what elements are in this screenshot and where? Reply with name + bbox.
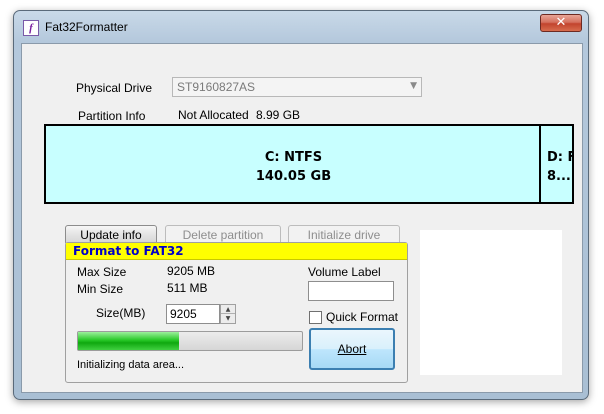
window-title: Fat32Formatter	[45, 20, 128, 34]
size-mb-label: Size(MB)	[96, 306, 146, 320]
physical-drive-label: Physical Drive	[76, 81, 153, 95]
quick-format-label: Quick Format	[326, 310, 399, 324]
screen: f Fat32Formatter ✕ Physical Drive ST9160…	[0, 0, 604, 414]
close-button[interactable]: ✕	[540, 14, 582, 32]
partition-c-size: 140.05 GB	[255, 169, 332, 184]
stepper-up-icon[interactable]: ▲	[221, 305, 235, 314]
size-input[interactable]: 9205	[166, 304, 220, 324]
partition-map: C: NTFS 140.05 GB D: F 8....	[44, 124, 574, 204]
app-window: f Fat32Formatter ✕ Physical Drive ST9160…	[13, 10, 589, 400]
stepper-down-icon[interactable]: ▼	[221, 314, 235, 323]
size-value: 9205	[170, 307, 197, 321]
volume-label-input[interactable]	[308, 281, 394, 301]
partition-block-c[interactable]: C: NTFS 140.05 GB	[46, 126, 541, 202]
format-group-title: Format to FAT32	[73, 244, 184, 258]
quick-format-checkbox[interactable]	[309, 311, 322, 324]
partition-info-size: 8.99 GB	[256, 108, 301, 122]
format-progress-bar	[77, 331, 303, 351]
max-size-value: 9205 MB	[167, 264, 216, 278]
format-group-header: Format to FAT32	[66, 243, 407, 260]
status-text: Initializing data area...	[77, 359, 185, 371]
physical-drive-dropdown[interactable]: ST9160827AS ▼	[172, 77, 422, 97]
client-area: Physical Drive ST9160827AS ▼ Partition I…	[21, 43, 583, 393]
info-panel	[420, 230, 562, 375]
abort-button-label: Abort	[337, 342, 367, 356]
min-size-label: Min Size	[77, 282, 124, 296]
partition-info-label: Partition Info	[78, 109, 146, 123]
min-size-value: 511 MB	[167, 281, 208, 295]
volume-label-label: Volume Label	[308, 265, 381, 279]
title-bar[interactable]: f Fat32Formatter ✕	[14, 11, 588, 43]
partition-c-name: C: NTFS	[264, 150, 323, 165]
abort-button[interactable]: Abort	[309, 328, 395, 370]
progress-fill	[78, 332, 179, 350]
partition-info-status: Not Allocated	[178, 108, 249, 122]
close-icon: ✕	[555, 15, 567, 30]
size-stepper[interactable]: ▲ ▼	[220, 304, 236, 324]
physical-drive-value: ST9160827AS	[177, 80, 256, 94]
partition-block-d[interactable]: D: F 8....	[543, 126, 573, 202]
format-group: Format to FAT32 Max Size 9205 MB Min Siz…	[65, 242, 408, 383]
partition-d-name: D: F	[547, 150, 573, 165]
app-logo-icon: f	[23, 20, 39, 36]
max-size-label: Max Size	[77, 265, 127, 279]
chevron-down-icon: ▼	[410, 81, 417, 91]
partition-d-size: 8....	[547, 169, 573, 184]
